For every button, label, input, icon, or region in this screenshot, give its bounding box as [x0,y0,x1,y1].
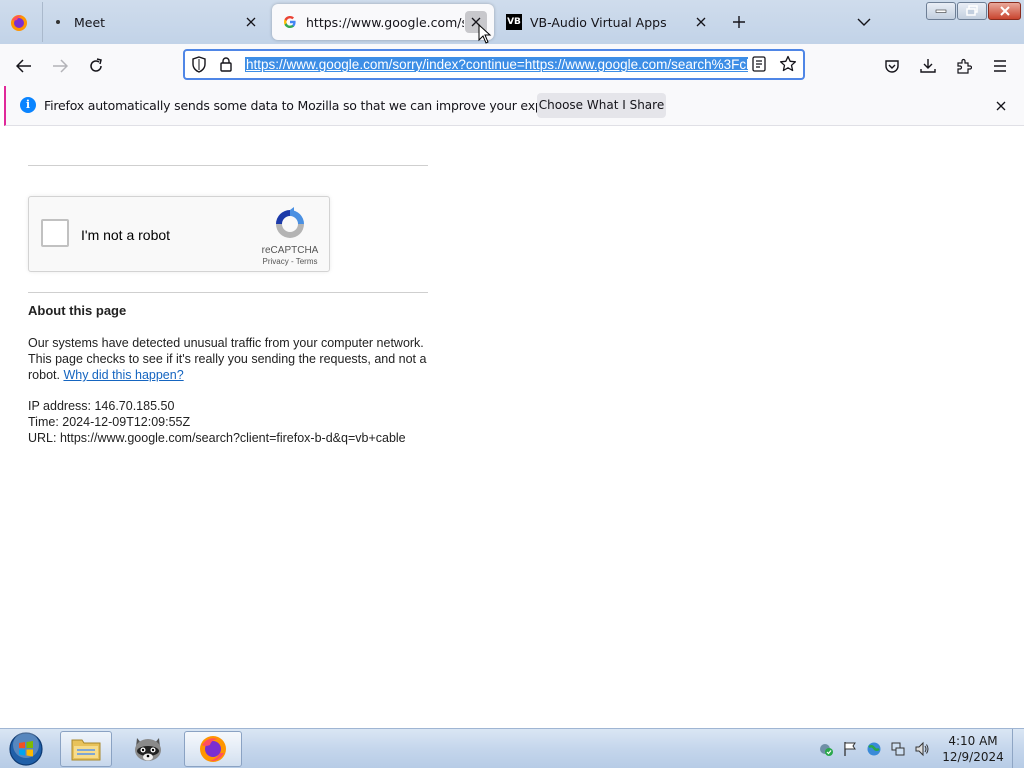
restore-window-button[interactable] [957,2,987,20]
close-icon [246,17,256,27]
forward-button[interactable] [47,53,73,79]
choose-what-i-share-button[interactable]: Choose What I Share [537,93,666,118]
extensions-button[interactable] [951,53,977,79]
pocket-icon [885,59,899,73]
security-tray-icon[interactable] [818,741,834,757]
reload-button[interactable] [83,53,109,79]
taskbar-raccoon-app[interactable] [122,731,174,767]
tab-google-search[interactable]: https://www.google.com/search?client=fir… [272,4,494,40]
firefox-logo-icon[interactable] [8,12,30,34]
recaptcha-privacy-terms-links[interactable]: Privacy - Terms [253,257,327,266]
tab-meet[interactable]: Meet [50,4,266,40]
tab-vb-audio[interactable]: VB VB-Audio Virtual Apps [498,4,716,40]
clock-date: 12/9/2024 [942,750,1004,764]
raccoon-icon [135,738,161,761]
tab-strip: Meet https://www.google.com/search?clien… [0,0,1024,44]
navigation-toolbar: https://www.google.com/sorry/index?conti… [0,44,1024,86]
taskbar-firefox[interactable] [184,731,242,767]
start-button[interactable] [4,730,48,768]
windows-taskbar: 4:10 AM 12/9/2024 [0,728,1024,768]
close-icon [999,6,1010,16]
recaptcha-widget: I'm not a robot reCAPTCHA Privacy - Term… [28,196,330,272]
tab-close-button[interactable] [690,11,712,33]
recaptcha-brand: reCAPTCHA [261,245,319,256]
recaptcha-logo-icon [276,207,304,238]
puzzle-piece-icon [957,58,972,74]
close-window-button[interactable] [988,2,1021,20]
bookmark-star-icon[interactable] [779,55,797,78]
notification-close-button[interactable] [992,97,1010,115]
network-globe-tray-icon[interactable] [866,741,882,757]
mouse-cursor-icon [478,24,492,44]
ip-address-line: IP address: 146.70.185.50 [28,399,175,413]
close-icon [696,17,706,27]
download-icon [920,59,936,73]
timestamp-line: Time: 2024-12-09T12:09:55Z [28,415,191,429]
request-url-line: URL: https://www.google.com/search?clien… [28,431,406,445]
plus-icon [733,16,745,28]
page-content: I'm not a robot reCAPTCHA Privacy - Term… [0,127,1024,727]
tracking-protection-shield-icon[interactable] [191,56,207,78]
data-collection-notification-bar: i Firefox automatically sends some data … [4,86,1024,126]
reader-view-icon[interactable] [752,56,766,77]
minimize-window-button[interactable] [926,2,956,20]
show-desktop-button[interactable] [1012,729,1024,768]
divider [28,165,428,166]
url-input[interactable]: https://www.google.com/sorry/index?conti… [245,56,748,74]
system-clock[interactable]: 4:10 AM 12/9/2024 [940,733,1006,765]
tab-title: Meet [74,14,106,30]
lock-icon[interactable] [219,56,233,78]
hamburger-menu-icon [994,60,1006,72]
minimize-icon [935,9,947,13]
notification-message: Firefox automatically sends some data to… [44,98,592,113]
volume-speaker-icon[interactable] [914,741,930,757]
firefox-logo-icon [200,736,226,762]
network-connection-icon[interactable] [890,741,906,757]
app-menu-button[interactable] [987,53,1013,79]
why-did-this-happen-link[interactable]: Why did this happen? [63,368,183,382]
url-selected-text: https://www.google.com/sorry/index?conti… [245,57,748,72]
info-icon: i [20,97,36,113]
arrow-left-icon [16,59,31,73]
taskbar-file-explorer[interactable] [60,731,112,767]
url-bar[interactable]: https://www.google.com/sorry/index?conti… [183,49,805,80]
downloads-button[interactable] [915,53,941,79]
folder-icon [71,739,101,761]
windows-start-orb-icon [9,732,43,766]
back-button[interactable] [11,53,37,79]
meet-dot-icon [50,14,66,30]
divider [28,292,428,293]
about-this-page-heading: About this page [28,303,127,318]
restore-icon [966,5,978,16]
pocket-button[interactable] [879,53,905,79]
tab-divider [42,2,43,42]
new-tab-button[interactable] [728,11,750,33]
chevron-down-icon [857,18,871,26]
tab-close-button[interactable] [240,11,262,33]
clock-time: 4:10 AM [948,734,998,748]
vb-logo-icon: VB [506,14,522,30]
about-this-page-text: Our systems have detected unusual traffi… [28,335,428,383]
recaptcha-checkbox[interactable] [41,219,69,247]
vb-logo-text: VB [506,14,522,30]
arrow-right-icon [53,59,68,73]
google-g-icon [282,14,298,30]
recaptcha-label: I'm not a robot [81,227,171,243]
list-all-tabs-button[interactable] [853,11,875,33]
reload-icon [90,58,102,72]
tab-title: https://www.google.com/search?client=fir… [306,14,464,30]
close-icon [996,101,1006,111]
action-center-flag-icon[interactable] [842,741,858,757]
tab-title: VB-Audio Virtual Apps [530,14,667,30]
